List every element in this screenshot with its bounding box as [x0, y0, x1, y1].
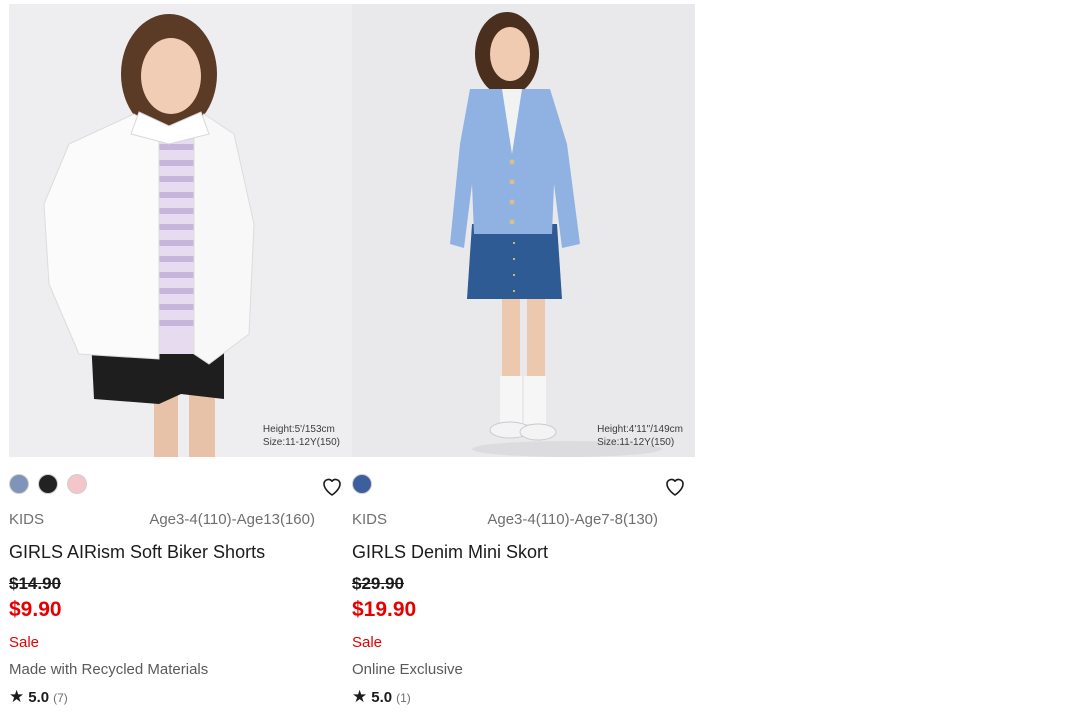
category-label: KIDS: [352, 511, 388, 528]
model-photo: [9, 4, 352, 457]
model-size: Size:11-12Y(150): [262, 437, 340, 448]
original-price: $29.90: [352, 574, 404, 593]
sale-price: $9.90: [9, 598, 62, 621]
sale-flag: Sale: [9, 634, 40, 651]
color-swatches: [9, 474, 87, 496]
product-note: Online Exclusive: [352, 661, 463, 678]
product-meta: KIDS Age3-4(110)-Age13(160): [9, 511, 315, 531]
model-photo: [352, 4, 695, 457]
model-size: Size:11-12Y(150): [597, 437, 675, 448]
size-range: Age3-4(110)-Age13(160): [149, 511, 315, 528]
original-price: $14.90: [9, 574, 61, 593]
review-count[interactable]: (1): [396, 691, 411, 705]
product-meta: KIDS Age3-4(110)-Age7-8(130): [352, 511, 658, 531]
product-card[interactable]: Height:4'11"/149cm Size:11-12Y(150) KIDS…: [352, 4, 695, 713]
rating-score: 5.0: [371, 689, 393, 706]
star-icon: ★: [352, 687, 368, 706]
model-height: Height:5'/153cm: [262, 424, 335, 435]
color-swatches: [352, 474, 372, 496]
color-swatch[interactable]: [38, 474, 58, 494]
product-image[interactable]: Height:5'/153cm Size:11-12Y(150): [9, 4, 352, 457]
photo-caption: Height:5'/153cm Size:11-12Y(150): [263, 423, 340, 449]
photo-caption: Height:4'11"/149cm Size:11-12Y(150): [597, 423, 683, 449]
product-image[interactable]: Height:4'11"/149cm Size:11-12Y(150): [352, 4, 695, 457]
star-icon: ★: [9, 687, 25, 706]
product-name[interactable]: GIRLS Denim Mini Skort: [352, 542, 692, 563]
heart-outline-icon[interactable]: [663, 474, 687, 498]
product-note: Made with Recycled Materials: [9, 661, 209, 678]
rating-score: 5.0: [28, 689, 50, 706]
rating: ★ 5.0 (1): [352, 687, 411, 707]
rating: ★ 5.0 (7): [9, 687, 68, 707]
category-label: KIDS: [9, 511, 45, 528]
color-swatch[interactable]: [9, 474, 29, 494]
heart-outline-icon[interactable]: [320, 474, 344, 498]
product-card[interactable]: Height:5'/153cm Size:11-12Y(150) KIDS Ag…: [9, 4, 352, 713]
color-swatch[interactable]: [352, 474, 372, 494]
product-name[interactable]: GIRLS AIRism Soft Biker Shorts: [9, 542, 349, 563]
color-swatch[interactable]: [67, 474, 87, 494]
product-grid: Height:5'/153cm Size:11-12Y(150) KIDS Ag…: [9, 4, 696, 713]
model-height: Height:4'11"/149cm: [597, 424, 683, 435]
sale-flag: Sale: [352, 634, 383, 651]
review-count[interactable]: (7): [53, 691, 68, 705]
sale-price: $19.90: [352, 598, 417, 621]
size-range: Age3-4(110)-Age7-8(130): [487, 511, 658, 528]
